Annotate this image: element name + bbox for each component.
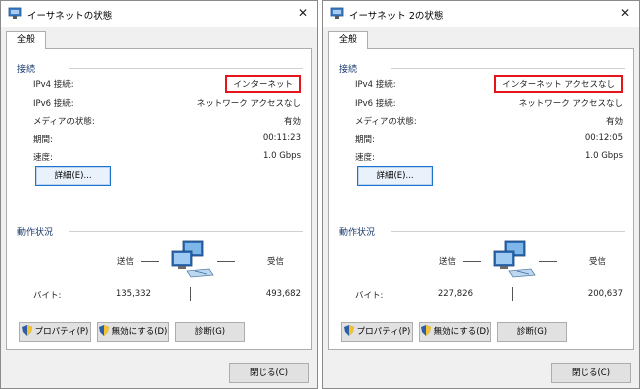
- section-divider: [391, 68, 625, 69]
- details-button[interactable]: 詳細(E)...: [35, 166, 111, 186]
- ipv4-label: IPv4 接続:: [33, 80, 74, 90]
- tab-general[interactable]: 全般: [6, 31, 46, 49]
- disable-label: 無効にする(D): [433, 327, 490, 337]
- media-state-label: メディアの状態:: [33, 117, 95, 127]
- duration-value: 00:11:23: [262, 133, 301, 143]
- section-divider: [391, 231, 625, 232]
- sent-label: 送信: [439, 257, 457, 267]
- close-icon[interactable]: ✕: [295, 6, 311, 22]
- close-icon[interactable]: ✕: [617, 6, 633, 22]
- network-activity-icon: [493, 240, 536, 278]
- bytes-divider: [512, 287, 513, 301]
- close-button[interactable]: 閉じる(C): [551, 363, 631, 383]
- ipv6-label: IPv6 接続:: [355, 99, 396, 109]
- bytes-sent-value: 135,332: [115, 289, 151, 299]
- ipv4-value: インターネット: [225, 75, 301, 93]
- bytes-sent-value: 227,826: [437, 289, 473, 299]
- speed-value: 1.0 Gbps: [262, 151, 301, 161]
- speed-label: 速度:: [355, 153, 375, 163]
- disable-label: 無効にする(D): [111, 327, 168, 337]
- properties-label: プロパティ(P): [356, 327, 411, 337]
- activity-section-title: 動作状況: [339, 228, 376, 238]
- diagnose-button[interactable]: 診断(G): [175, 322, 245, 342]
- media-state-label: メディアの状態:: [355, 117, 417, 127]
- close-button[interactable]: 閉じる(C): [229, 363, 309, 383]
- received-dash: [539, 261, 557, 262]
- activity-section-title: 動作状況: [17, 228, 54, 238]
- received-label: 受信: [589, 257, 607, 267]
- bytes-divider: [190, 287, 191, 301]
- ipv4-label: IPv4 接続:: [355, 80, 396, 90]
- status-dialog-ethernet-2: イーサネット 2の状態 ✕ 全般 接続 IPv4 接続: インターネット アクセ…: [322, 0, 640, 389]
- disable-button[interactable]: 無効にする(D): [419, 322, 491, 342]
- window-title: イーサネットの状態: [27, 11, 113, 22]
- sent-label: 送信: [117, 257, 135, 267]
- media-state-value: 有効: [605, 117, 623, 127]
- general-panel: 接続 IPv4 接続: インターネット IPv6 接続: ネットワーク アクセス…: [6, 48, 312, 350]
- properties-label: プロパティ(P): [34, 327, 89, 337]
- window-title: イーサネット 2の状態: [349, 11, 444, 22]
- duration-label: 期間:: [355, 135, 375, 145]
- ipv6-label: IPv6 接続:: [33, 99, 74, 109]
- properties-button[interactable]: プロパティ(P): [341, 322, 413, 342]
- diagnose-button[interactable]: 診断(G): [497, 322, 567, 342]
- received-dash: [217, 261, 235, 262]
- ipv6-value: ネットワーク アクセスなし: [196, 99, 301, 109]
- bytes-label: バイト:: [355, 291, 384, 301]
- network-adapter-icon: [8, 7, 22, 19]
- details-button[interactable]: 詳細(E)...: [357, 166, 433, 186]
- speed-label: 速度:: [33, 153, 53, 163]
- general-panel: 接続 IPv4 接続: インターネット アクセスなし IPv6 接続: ネットワ…: [328, 48, 634, 350]
- title-bar: イーサネット 2の状態 ✕: [323, 1, 639, 27]
- ipv4-value: インターネット アクセスなし: [494, 75, 623, 93]
- sent-dash: [141, 261, 159, 262]
- bytes-label: バイト:: [33, 291, 62, 301]
- shield-icon: [420, 325, 431, 336]
- tab-general[interactable]: 全般: [328, 31, 368, 49]
- received-label: 受信: [267, 257, 285, 267]
- shield-icon: [21, 325, 32, 336]
- speed-value: 1.0 Gbps: [584, 151, 623, 161]
- media-state-value: 有効: [283, 117, 301, 127]
- section-divider: [69, 68, 303, 69]
- sent-dash: [463, 261, 481, 262]
- bytes-received-value: 493,682: [265, 289, 301, 299]
- status-dialog-ethernet: イーサネットの状態 ✕ 全般 接続 IPv4 接続: インターネット IPv6 …: [0, 0, 318, 389]
- disable-button[interactable]: 無効にする(D): [97, 322, 169, 342]
- properties-button[interactable]: プロパティ(P): [19, 322, 91, 342]
- section-divider: [69, 231, 303, 232]
- connection-section-title: 接続: [339, 65, 358, 75]
- network-adapter-icon: [330, 7, 344, 19]
- bytes-received-value: 200,637: [587, 289, 623, 299]
- shield-icon: [343, 325, 354, 336]
- duration-label: 期間:: [33, 135, 53, 145]
- duration-value: 00:12:05: [584, 133, 623, 143]
- network-activity-icon: [171, 240, 214, 278]
- connection-section-title: 接続: [17, 65, 36, 75]
- title-bar: イーサネットの状態 ✕: [1, 1, 317, 27]
- ipv6-value: ネットワーク アクセスなし: [518, 99, 623, 109]
- shield-icon: [98, 325, 109, 336]
